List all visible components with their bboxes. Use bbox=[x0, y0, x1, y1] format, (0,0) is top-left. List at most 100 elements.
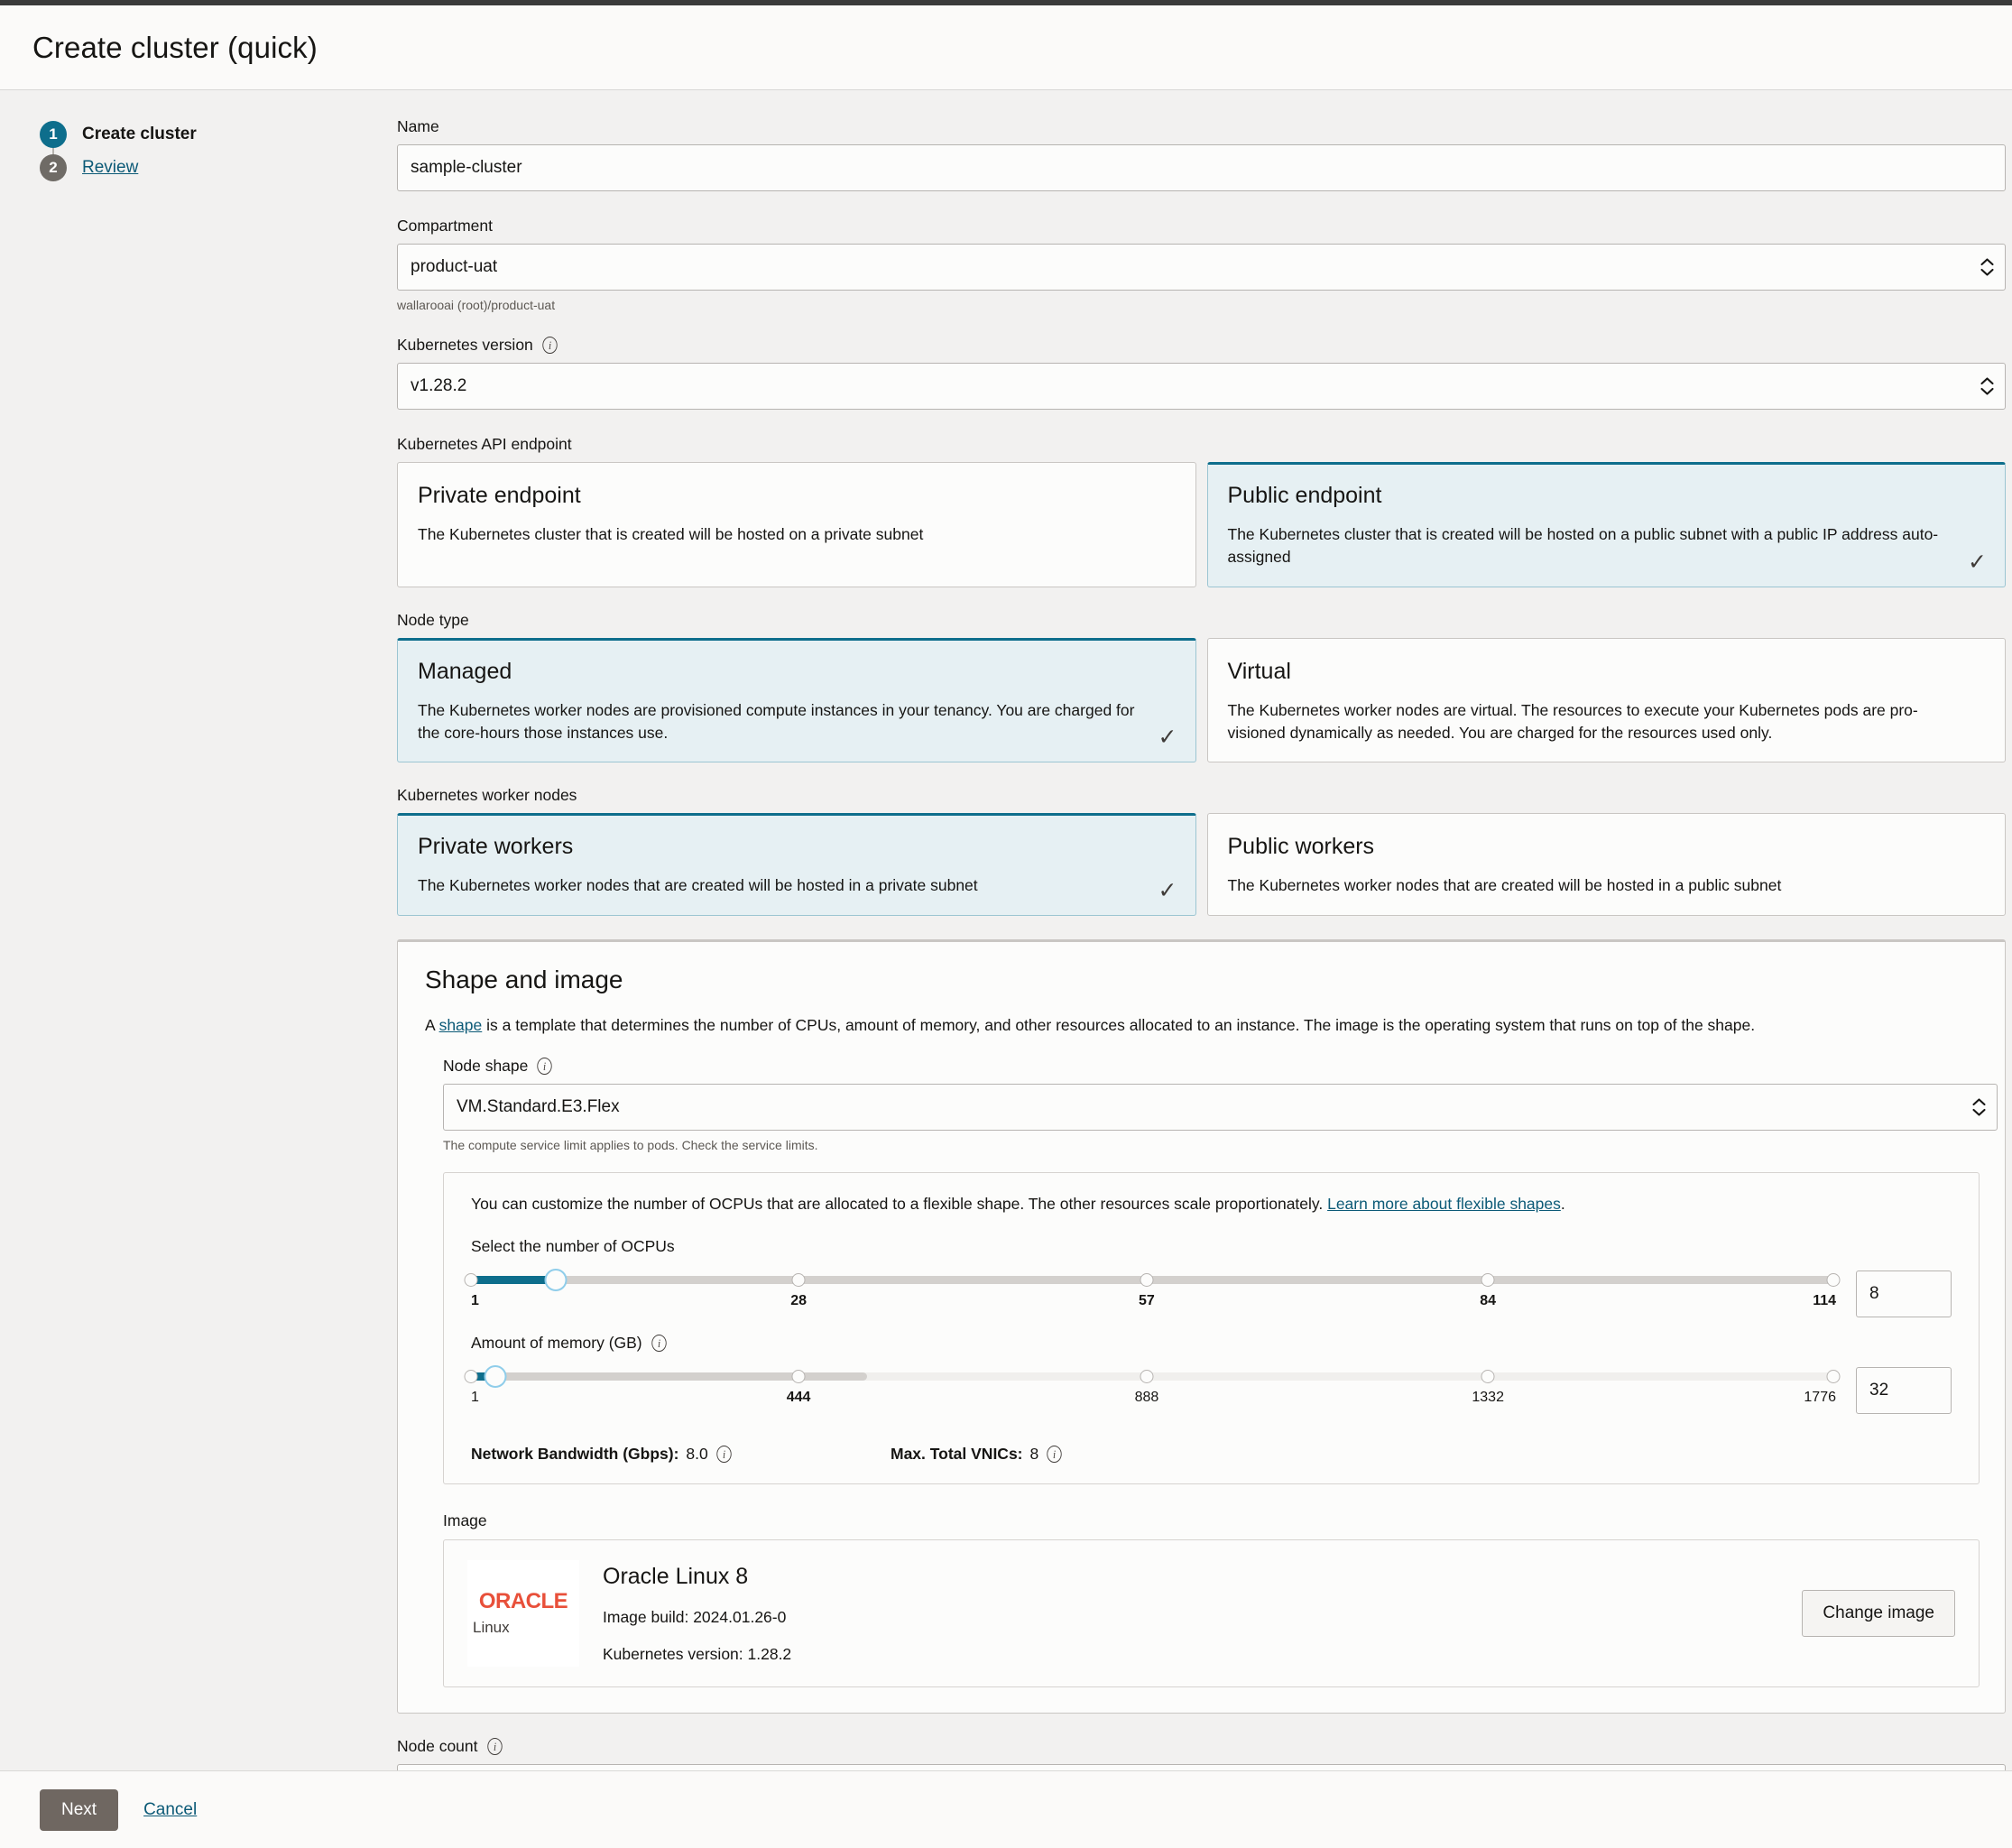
card-managed[interactable]: Managed The Kubernetes worker nodes are … bbox=[397, 638, 1196, 763]
memory-tick-3 bbox=[1140, 1370, 1153, 1383]
info-icon[interactable]: i bbox=[1048, 1446, 1062, 1463]
checkmark-icon: ✓ bbox=[1968, 551, 1987, 574]
name-label: Name bbox=[397, 117, 2012, 136]
max-vnics-label: Max. Total VNICs: bbox=[891, 1445, 1023, 1464]
field-name: Name sample-cluster bbox=[397, 117, 2012, 191]
field-api-endpoint: Kubernetes API endpoint Private endpoint… bbox=[397, 435, 2012, 587]
wizard-step-review[interactable]: 2 Review bbox=[40, 154, 397, 188]
node-shape-label-text: Node shape bbox=[443, 1057, 528, 1076]
worker-nodes-label: Kubernetes worker nodes bbox=[397, 786, 2012, 805]
compartment-value: product-uat bbox=[411, 257, 497, 277]
memory-tick-label-4: 1776 bbox=[1804, 1390, 1836, 1406]
node-shape-label: Node shape i bbox=[443, 1057, 1978, 1076]
card-title: Public workers bbox=[1228, 834, 1986, 860]
ocpu-tick-label-1: 28 bbox=[790, 1293, 807, 1309]
memory-slider-thumb[interactable] bbox=[485, 1365, 507, 1388]
node-count-label-text: Node count bbox=[397, 1737, 478, 1756]
k8s-version-label: Kubernetes version i bbox=[397, 336, 2012, 355]
card-private-workers[interactable]: Private workers The Kubernetes worker no… bbox=[397, 813, 1196, 916]
compartment-select[interactable]: product-uat bbox=[397, 244, 2006, 291]
ocpu-tick-label-4: 114 bbox=[1813, 1293, 1836, 1309]
memory-slider-row: 1 444 888 1332 1776 32 bbox=[471, 1363, 1952, 1414]
shape-doc-link[interactable]: shape bbox=[439, 1016, 483, 1034]
card-title: Public endpoint bbox=[1228, 483, 1986, 509]
step-number-badge: 2 bbox=[40, 154, 67, 181]
info-icon[interactable]: i bbox=[487, 1738, 502, 1755]
image-card: ORACLE Linux Oracle Linux 8 Image build:… bbox=[443, 1539, 1980, 1687]
image-details: Oracle Linux 8 Image build: 2024.01.26-0… bbox=[603, 1564, 1802, 1664]
info-icon[interactable]: i bbox=[716, 1446, 731, 1463]
image-name: Oracle Linux 8 bbox=[603, 1564, 1802, 1590]
card-virtual[interactable]: Virtual The Kubernetes worker nodes are … bbox=[1207, 638, 2007, 763]
page-title: Create cluster (quick) bbox=[32, 31, 318, 65]
change-image-button[interactable]: Change image bbox=[1802, 1590, 1955, 1637]
node-shape-helper-text: The compute service limit applies to pod… bbox=[443, 1138, 1978, 1152]
chevron-updown-icon bbox=[1980, 258, 1994, 276]
ocpu-slider-thumb[interactable] bbox=[544, 1269, 567, 1291]
name-input[interactable]: sample-cluster bbox=[397, 144, 2006, 191]
card-title: Virtual bbox=[1228, 659, 1986, 685]
memory-tick-label-3: 1332 bbox=[1472, 1390, 1504, 1406]
memory-slider-track[interactable] bbox=[471, 1372, 1836, 1381]
ocpu-tick-labels: 1 28 57 84 114 bbox=[471, 1293, 1836, 1317]
flex-note-post: . bbox=[1561, 1195, 1565, 1213]
memory-slider[interactable]: 1 444 888 1332 1776 bbox=[471, 1363, 1836, 1413]
card-private-endpoint[interactable]: Private endpoint The Kubernetes cluster … bbox=[397, 462, 1196, 587]
card-description: The Kubernetes cluster that is created w… bbox=[1228, 523, 1986, 568]
ocpu-track-background bbox=[471, 1276, 1836, 1284]
step-number-badge: 1 bbox=[40, 121, 67, 148]
card-public-endpoint[interactable]: Public endpoint The Kubernetes cluster t… bbox=[1207, 462, 2007, 587]
card-title: Private workers bbox=[418, 834, 1176, 860]
ocpu-track-fill bbox=[471, 1276, 556, 1284]
node-type-label: Node type bbox=[397, 611, 2012, 630]
memory-tick-2 bbox=[792, 1370, 806, 1383]
flexible-shapes-link[interactable]: Learn more about flexible shapes bbox=[1327, 1195, 1561, 1213]
card-description: The Kubernetes worker nodes that are cre… bbox=[1228, 874, 1986, 897]
flex-note-pre: You can customize the number of OCPUs th… bbox=[471, 1195, 1327, 1213]
max-vnics-value: 8 bbox=[1030, 1445, 1039, 1464]
network-bandwidth-stat: Network Bandwidth (Gbps): 8.0 i bbox=[471, 1445, 891, 1464]
field-worker-nodes: Kubernetes worker nodes Private workers … bbox=[397, 786, 2012, 916]
flex-shape-config-box: You can customize the number of OCPUs th… bbox=[443, 1172, 1980, 1484]
ocpu-slider[interactable]: 1 28 57 84 114 bbox=[471, 1267, 1836, 1317]
card-description: The Kubernetes cluster that is created w… bbox=[418, 523, 1176, 546]
memory-slider-label-text: Amount of memory (GB) bbox=[471, 1334, 642, 1353]
image-section-label: Image bbox=[443, 1511, 1978, 1530]
k8s-version-select[interactable]: v1.28.2 bbox=[397, 363, 2006, 410]
wizard-step-create-cluster[interactable]: 1 Create cluster bbox=[40, 121, 397, 154]
card-description: The Kubernetes worker nodes are provisio… bbox=[418, 699, 1176, 744]
info-icon[interactable]: i bbox=[651, 1335, 666, 1352]
main-form: Name sample-cluster Compartment product-… bbox=[397, 90, 2012, 1770]
ocpu-tick-label-3: 84 bbox=[1480, 1293, 1496, 1309]
cancel-link[interactable]: Cancel bbox=[143, 1800, 197, 1820]
ocpu-slider-label: Select the number of OCPUs bbox=[471, 1237, 1952, 1256]
max-vnics-stat: Max. Total VNICs: 8 i bbox=[891, 1445, 1063, 1464]
ocpu-tick-1 bbox=[465, 1273, 478, 1287]
memory-tick-labels: 1 444 888 1332 1776 bbox=[471, 1390, 1836, 1413]
step-label-review[interactable]: Review bbox=[82, 154, 138, 181]
memory-tick-5 bbox=[1826, 1370, 1840, 1383]
chevron-updown-icon bbox=[1972, 1098, 1986, 1116]
node-shape-select[interactable]: VM.Standard.E3.Flex bbox=[443, 1084, 1998, 1131]
ocpu-number-input[interactable]: 8 bbox=[1856, 1270, 1952, 1317]
ocpu-tick-5 bbox=[1826, 1273, 1840, 1287]
memory-tick-label-2: 888 bbox=[1135, 1390, 1159, 1406]
wizard-steps-sidebar: 1 Create cluster 2 Review bbox=[0, 90, 397, 1770]
memory-number-input[interactable]: 32 bbox=[1856, 1367, 1952, 1414]
ocpu-slider-row: 1 28 57 84 114 8 bbox=[471, 1267, 1952, 1317]
memory-slider-label: Amount of memory (GB) i bbox=[471, 1334, 1952, 1353]
info-icon[interactable]: i bbox=[538, 1058, 552, 1075]
field-node-type: Node type Managed The Kubernetes worker … bbox=[397, 611, 2012, 763]
image-build: Image build: 2024.01.26-0 bbox=[603, 1608, 1802, 1627]
flex-shape-note: You can customize the number of OCPUs th… bbox=[471, 1195, 1952, 1214]
k8s-version-value: v1.28.2 bbox=[411, 376, 466, 396]
next-button[interactable]: Next bbox=[40, 1789, 118, 1831]
checkmark-icon: ✓ bbox=[1158, 726, 1177, 749]
card-public-workers[interactable]: Public workers The Kubernetes worker nod… bbox=[1207, 813, 2007, 916]
memory-tick-label-1: 444 bbox=[787, 1390, 811, 1406]
chevron-updown-icon bbox=[1980, 377, 1994, 395]
ocpu-slider-track[interactable] bbox=[471, 1276, 1836, 1284]
info-icon[interactable]: i bbox=[542, 337, 557, 354]
wizard-footer: Next Cancel bbox=[0, 1770, 2012, 1848]
node-count-label: Node count i bbox=[397, 1737, 2012, 1756]
